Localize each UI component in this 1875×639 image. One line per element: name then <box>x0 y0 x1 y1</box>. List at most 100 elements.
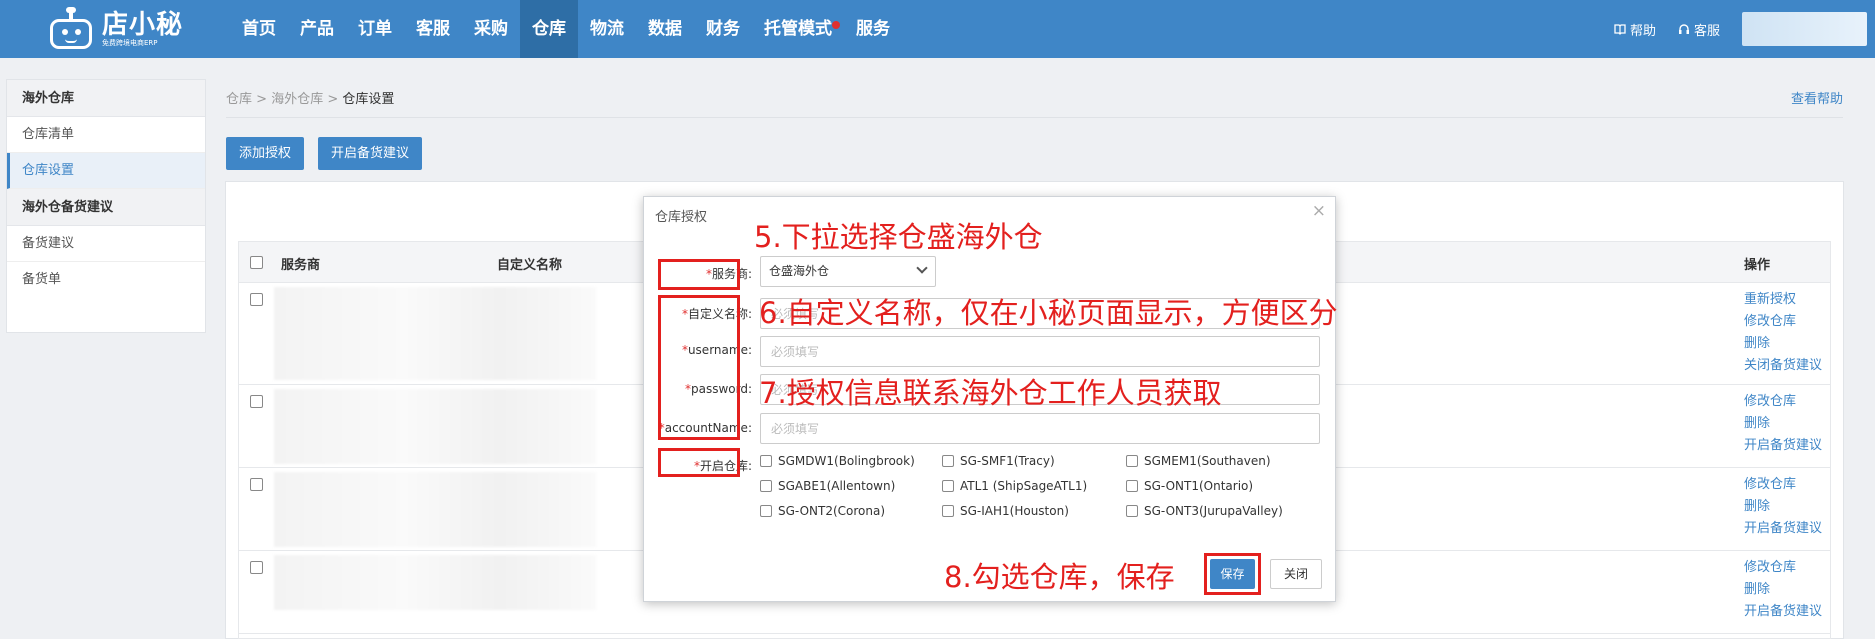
brand-name: 店小秘 <box>102 9 184 40</box>
sidebar-section-overseas-warehouse: 海外仓库 <box>7 80 205 117</box>
warehouse-option[interactable]: SGMEM1(Southaven) <box>1126 454 1271 468</box>
row-checkbox[interactable] <box>250 293 263 306</box>
col-actions: 操作 <box>1744 258 1771 273</box>
service-top-label: 客服 <box>1693 23 1720 39</box>
nav-warehouse[interactable]: 仓库 <box>520 0 578 58</box>
provider-select[interactable]: 仓盛海外仓 <box>760 256 936 287</box>
row-checkbox[interactable] <box>250 478 263 491</box>
blurred-content <box>274 472 596 547</box>
warehouse-option-label: SG-ONT1(Ontario) <box>1144 479 1254 493</box>
nav-hosting-mode[interactable]: 托管模式 <box>752 0 844 58</box>
notification-dot <box>832 21 840 29</box>
enable-stock-suggestion-link[interactable]: 开启备货建议 <box>1744 437 1822 454</box>
edit-warehouse-link[interactable]: 修改仓库 <box>1744 393 1822 410</box>
warehouse-option[interactable]: SG-IAH1(Houston) <box>942 504 1069 518</box>
col-custom-name: 自定义名称 <box>497 258 563 273</box>
service-top-link[interactable]: 客服 <box>1678 20 1720 39</box>
nav-services[interactable]: 服务 <box>844 0 902 58</box>
annotation-step-7: 7.授权信息联系海外仓工作人员获取 <box>759 376 1222 410</box>
warehouse-option-label: SG-ONT3(JurupaValley) <box>1144 504 1283 518</box>
nav-data[interactable]: 数据 <box>636 0 694 58</box>
warehouse-checkbox[interactable] <box>760 505 772 517</box>
warehouse-option[interactable]: SG-ONT2(Corona) <box>760 504 885 518</box>
brand-logo[interactable]: 店小秘 免费跨境电商ERP <box>48 6 183 52</box>
highlight-box-warehouses <box>658 448 740 477</box>
nav-customer-service[interactable]: 客服 <box>404 0 462 58</box>
warehouse-option[interactable]: SG-ONT1(Ontario) <box>1126 479 1253 493</box>
username-input[interactable] <box>760 336 1320 367</box>
view-help-link[interactable]: 查看帮助 <box>1791 88 1843 107</box>
warehouse-option-label: ATL1 (ShipSageATL1) <box>960 479 1088 493</box>
delete-link[interactable]: 删除 <box>1744 415 1822 432</box>
warehouse-option-label: SG-IAH1(Houston) <box>960 504 1069 518</box>
edit-warehouse-link[interactable]: 修改仓库 <box>1744 313 1822 330</box>
annotation-step-6: 6.自定义名称，仅在小秘页面显示，方便区分 <box>759 296 1338 330</box>
close-stock-suggestion-link[interactable]: 关闭备货建议 <box>1744 357 1822 374</box>
warehouse-checkbox[interactable] <box>1126 455 1138 467</box>
enable-stock-suggestion-link[interactable]: 开启备货建议 <box>1744 603 1822 620</box>
sidebar-item-stock-suggestion[interactable]: 备货建议 <box>7 226 205 262</box>
warehouse-checkbox[interactable] <box>760 480 772 492</box>
warehouse-option-label: SG-ONT2(Corona) <box>778 504 886 518</box>
sidebar-item-warehouse-list[interactable]: 仓库清单 <box>7 117 205 153</box>
sidebar: 海外仓库 仓库清单 仓库设置 海外仓备货建议 备货建议 备货单 <box>6 79 206 333</box>
row-checkbox[interactable] <box>250 395 263 408</box>
warehouse-option[interactable]: SGMDW1(Bolingbrook) <box>760 454 915 468</box>
sidebar-section-stock-suggestion: 海外仓备货建议 <box>7 189 205 226</box>
warehouse-checkbox[interactable] <box>1126 505 1138 517</box>
warehouse-checkbox[interactable] <box>1126 480 1138 492</box>
chevron-down-icon <box>916 262 928 274</box>
user-account-box[interactable] <box>1742 12 1867 46</box>
warehouse-option-label: SGABE1(Allentown) <box>778 479 896 493</box>
breadcrumb-warehouse[interactable]: 仓库 <box>226 92 252 107</box>
close-button[interactable]: 关闭 <box>1270 559 1322 589</box>
warehouse-checkbox[interactable] <box>942 505 954 517</box>
close-icon[interactable]: × <box>1312 201 1326 221</box>
top-navbar: 店小秘 免费跨境电商ERP 首页 产品 订单 客服 采购 仓库 物流 数据 财务… <box>0 0 1875 58</box>
col-provider: 服务商 <box>281 258 321 273</box>
warehouse-option[interactable]: SG-SMF1(Tracy) <box>942 454 1055 468</box>
enable-stock-suggestion-link[interactable]: 开启备货建议 <box>1744 520 1822 537</box>
blurred-content <box>274 555 596 610</box>
brand-tagline: 免费跨境电商ERP <box>102 38 158 47</box>
breadcrumb-overseas[interactable]: 海外仓库 <box>271 92 323 107</box>
divider <box>226 117 1843 118</box>
warehouse-checkbox[interactable] <box>942 480 954 492</box>
warehouse-option[interactable]: ATL1 (ShipSageATL1) <box>942 479 1087 493</box>
warehouse-option[interactable]: SG-ONT3(JurupaValley) <box>1126 504 1283 518</box>
row-checkbox[interactable] <box>250 561 263 574</box>
nav-logistics[interactable]: 物流 <box>578 0 636 58</box>
delete-link[interactable]: 删除 <box>1744 335 1822 352</box>
warehouse-checkbox[interactable] <box>942 455 954 467</box>
warehouse-option-label: SGMDW1(Bolingbrook) <box>778 454 915 468</box>
delete-link[interactable]: 删除 <box>1744 581 1822 598</box>
nav-home[interactable]: 首页 <box>230 0 288 58</box>
help-top-label: 帮助 <box>1629 23 1656 39</box>
robot-logo-icon <box>48 7 94 49</box>
account-name-input[interactable] <box>760 413 1320 444</box>
nav-hosting-label: 托管模式 <box>764 19 832 39</box>
edit-warehouse-link[interactable]: 修改仓库 <box>1744 559 1822 576</box>
delete-link[interactable]: 删除 <box>1744 498 1822 515</box>
provider-selected-value: 仓盛海外仓 <box>769 264 830 278</box>
sidebar-item-stock-orders[interactable]: 备货单 <box>7 262 205 298</box>
nav-orders[interactable]: 订单 <box>346 0 404 58</box>
blurred-content <box>274 389 596 464</box>
enable-stock-suggestion-button[interactable]: 开启备货建议 <box>318 137 423 170</box>
warehouse-checkbox[interactable] <box>760 455 772 467</box>
nav-products[interactable]: 产品 <box>288 0 346 58</box>
breadcrumb-current: 仓库设置 <box>342 92 395 107</box>
breadcrumb-separator: > <box>327 92 339 107</box>
nav-finance[interactable]: 财务 <box>694 0 752 58</box>
annotation-step-5: 5.下拉选择仓盛海外仓 <box>754 220 1043 254</box>
reauthorize-link[interactable]: 重新授权 <box>1744 291 1822 308</box>
help-top-link[interactable]: 帮助 <box>1614 20 1656 39</box>
nav-purchase[interactable]: 采购 <box>462 0 520 58</box>
warehouse-option-label: SGMEM1(Southaven) <box>1144 454 1271 468</box>
sidebar-item-warehouse-settings[interactable]: 仓库设置 <box>7 153 205 189</box>
warehouse-option[interactable]: SGABE1(Allentown) <box>760 479 895 493</box>
add-authorization-button[interactable]: 添加授权 <box>226 137 305 170</box>
select-all-checkbox[interactable] <box>250 256 263 269</box>
edit-warehouse-link[interactable]: 修改仓库 <box>1744 476 1822 493</box>
breadcrumb: 仓库 > 海外仓库 > 仓库设置 <box>226 88 394 107</box>
